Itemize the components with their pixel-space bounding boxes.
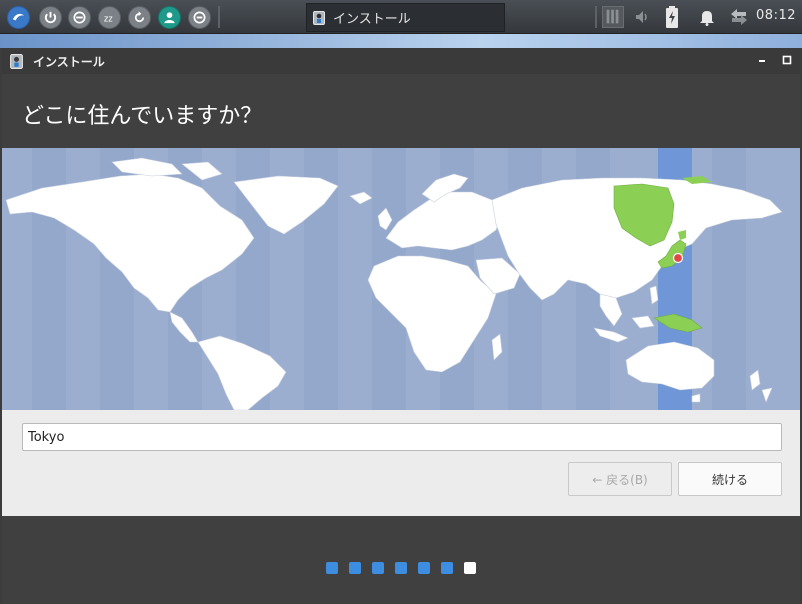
taskbar-window-title: インストール xyxy=(333,12,411,27)
restart-icon[interactable] xyxy=(128,6,151,29)
location-marker xyxy=(672,252,684,264)
taskbar-separator xyxy=(595,6,597,28)
power-icon[interactable] xyxy=(39,6,62,29)
back-button-label: ← 戻る(B) xyxy=(592,472,648,487)
timezone-input[interactable] xyxy=(22,423,782,451)
sleep-icon[interactable]: zz xyxy=(98,6,121,29)
logo-icon[interactable] xyxy=(7,6,30,29)
step-dot xyxy=(349,562,361,574)
installer-icon xyxy=(10,53,23,69)
back-button[interactable]: ← 戻る(B) xyxy=(568,462,672,496)
taskbar: zz インストール 08:12 xyxy=(0,0,802,34)
minimize-icon[interactable] xyxy=(756,54,768,66)
user-icon[interactable] xyxy=(158,6,181,29)
battery-icon[interactable] xyxy=(665,6,679,28)
step-dot xyxy=(326,562,338,574)
step-footer xyxy=(2,516,800,604)
network-icon[interactable] xyxy=(729,8,749,26)
workspace-icon[interactable] xyxy=(602,6,624,28)
continue-button[interactable]: 続ける xyxy=(678,462,782,496)
notification-icon[interactable] xyxy=(699,8,715,26)
svg-text:zz: zz xyxy=(104,13,113,23)
step-indicator xyxy=(326,562,476,574)
installer-window: インストール どこに住んでいますか？ Tokyo ← 戻る(B) 続ける xyxy=(2,48,800,604)
window-title: インストール xyxy=(33,54,105,69)
taskbar-separator xyxy=(218,6,220,28)
desktop-wallpaper xyxy=(0,34,802,48)
window-titlebar: インストール xyxy=(2,48,800,74)
step-dot xyxy=(418,562,430,574)
step-dot xyxy=(395,562,407,574)
desktop: zz インストール 08:12 インストール どこに住んでいますか？ Tokyo… xyxy=(0,0,802,604)
installer-icon xyxy=(313,10,325,25)
continue-button-label: 続ける xyxy=(711,472,748,487)
logout-icon[interactable] xyxy=(68,6,91,29)
form-panel: ← 戻る(B) 続ける xyxy=(2,410,800,516)
step-dot xyxy=(441,562,453,574)
clock: 08:12 xyxy=(756,8,796,23)
step-dot xyxy=(372,562,384,574)
lock-icon[interactable] xyxy=(188,6,211,29)
page-title: どこに住んでいますか？ xyxy=(22,104,263,129)
taskbar-window-button[interactable]: インストール xyxy=(306,3,505,32)
step-dot-current xyxy=(464,562,476,574)
timezone-map[interactable] xyxy=(2,148,800,410)
maximize-icon[interactable] xyxy=(781,54,793,66)
volume-icon[interactable] xyxy=(634,9,650,25)
